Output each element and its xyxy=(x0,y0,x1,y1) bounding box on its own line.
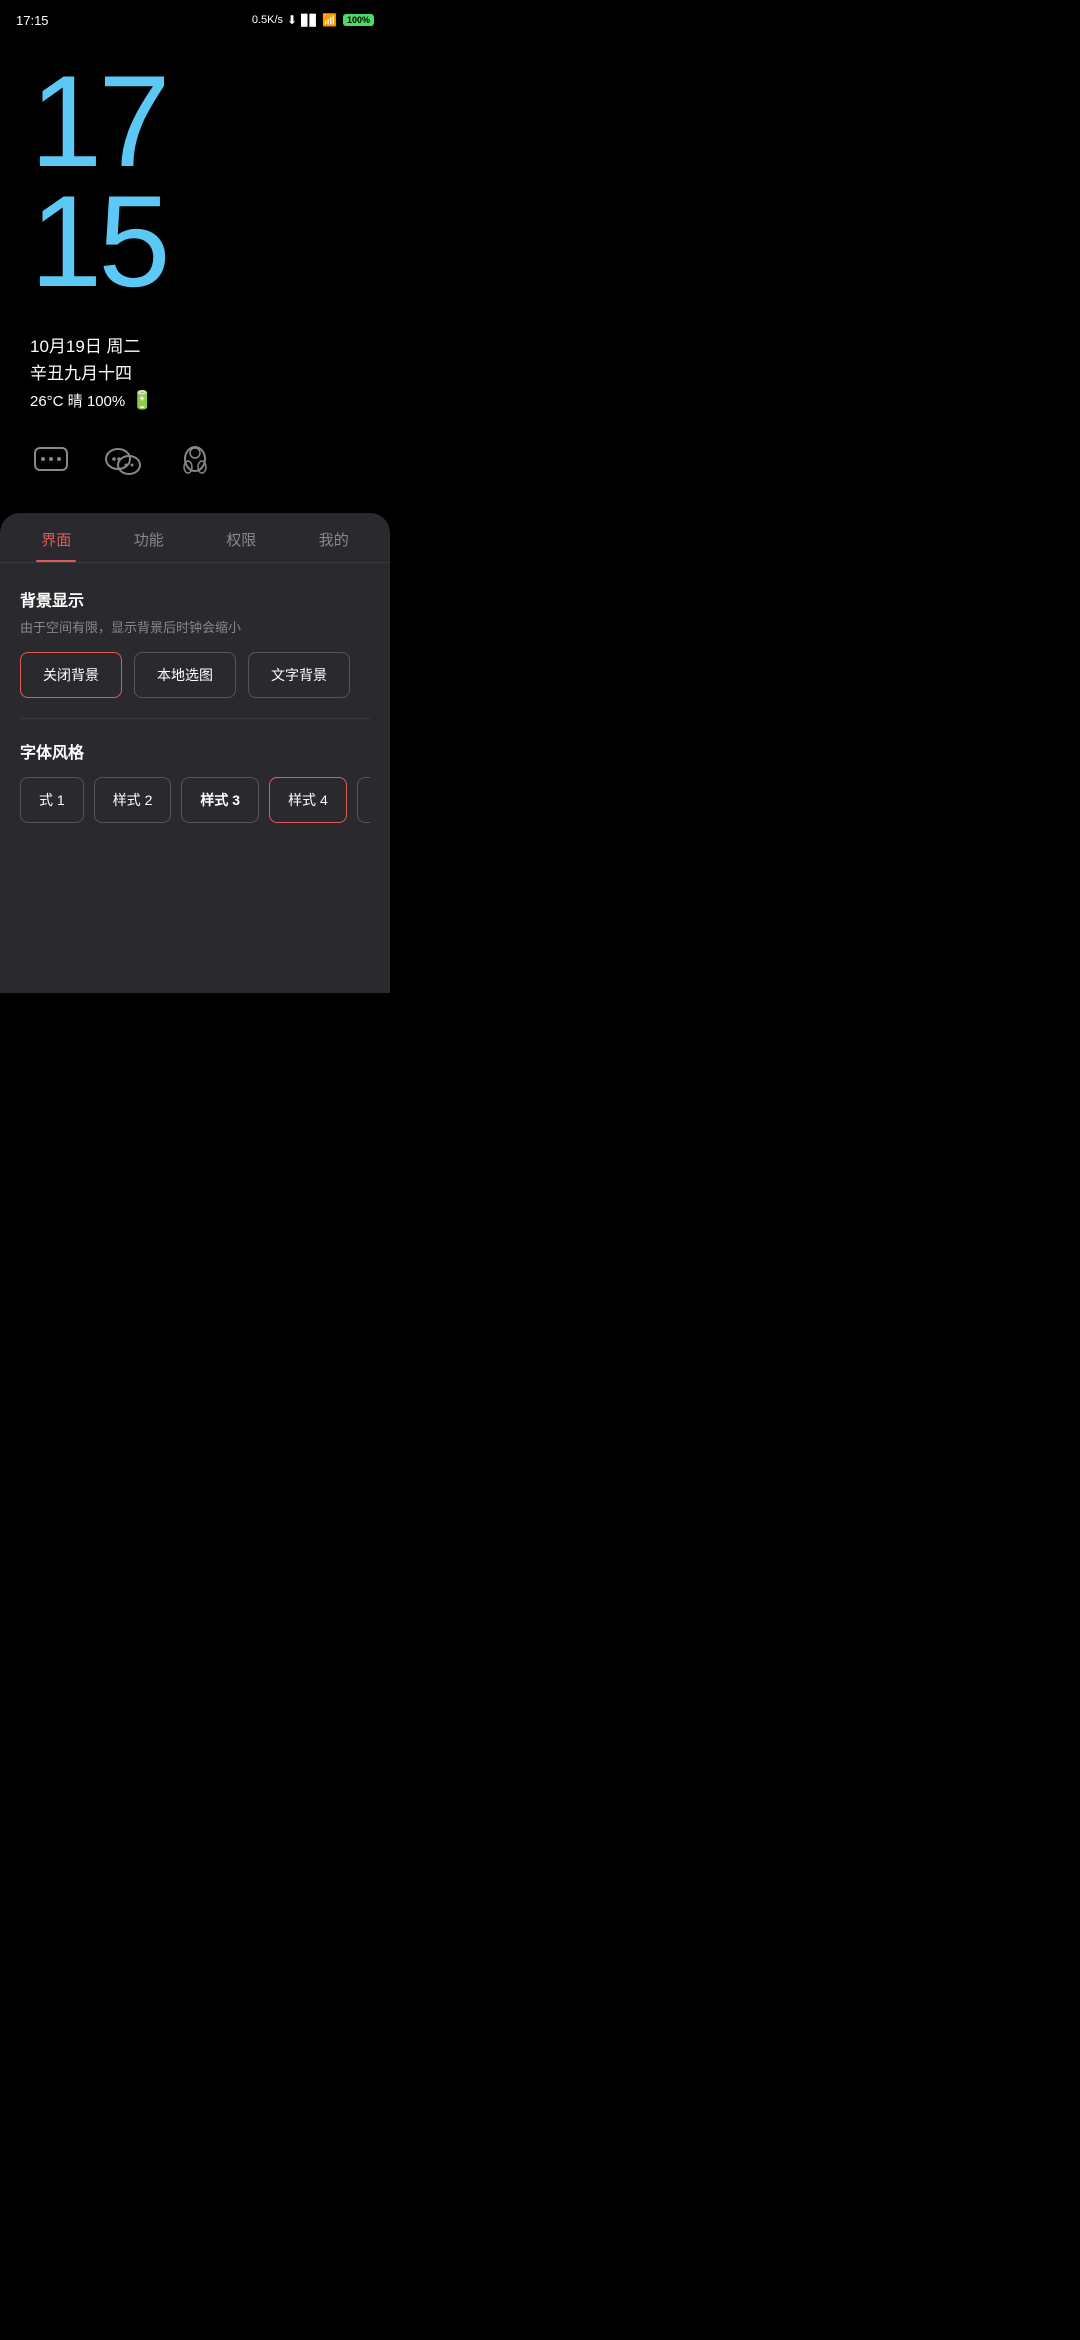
btn-text-bg[interactable]: 文字背景 xyxy=(248,652,350,698)
btn-style5[interactable]: 样式 5 xyxy=(357,777,370,823)
weather-line: 26°C 晴 100% 🔋 xyxy=(30,390,360,411)
wifi-icon: 📶 xyxy=(322,13,337,27)
btn-style1[interactable]: 式 1 xyxy=(20,777,84,823)
tabs: 界面 功能 权限 我的 xyxy=(0,513,390,563)
clock-hour: 17 xyxy=(30,56,360,186)
background-title: 背景显示 xyxy=(20,587,370,611)
btn-style3[interactable]: 样式 3 xyxy=(181,777,259,823)
signal-icon: ▊▊ xyxy=(301,14,318,27)
battery-icon: 100% xyxy=(343,14,374,26)
tab-mine[interactable]: 我的 xyxy=(288,513,381,562)
tab-interface[interactable]: 界面 xyxy=(10,513,103,562)
app-icons-row xyxy=(0,421,390,513)
panel-content: 背景显示 由于空间有限，显示背景后时钟会缩小 关闭背景 本地选图 文字背景 字体… xyxy=(0,563,390,847)
bluetooth-icon: ⬇ xyxy=(287,13,297,27)
btn-style2[interactable]: 样式 2 xyxy=(94,777,172,823)
background-buttons: 关闭背景 本地选图 文字背景 xyxy=(20,652,370,698)
status-icons: 0.5K/s ⬇ ▊▊ 📶 100% xyxy=(252,13,374,27)
btn-close-bg[interactable]: 关闭背景 xyxy=(20,652,122,698)
btn-style4[interactable]: 样式 4 xyxy=(269,777,347,823)
weather-text: 26°C 晴 100% xyxy=(30,390,125,411)
font-title: 字体风格 xyxy=(20,739,370,763)
clock-section: 17 15 xyxy=(0,36,390,316)
status-time: 17:15 xyxy=(16,13,49,28)
app-icon-message[interactable] xyxy=(30,441,72,483)
date-line2: 辛丑九月十四 xyxy=(30,359,360,384)
clock-minute: 15 xyxy=(30,176,360,306)
battery-widget-icon: 🔋 xyxy=(131,390,153,411)
app-icon-qq[interactable] xyxy=(174,441,216,483)
network-speed: 0.5K/s xyxy=(252,14,283,26)
bottom-panel: 界面 功能 权限 我的 背景显示 由于空间有限，显示背景后时钟会缩小 关闭背景 … xyxy=(0,513,390,993)
status-bar: 17:15 0.5K/s ⬇ ▊▊ 📶 100% xyxy=(0,0,390,36)
divider-1 xyxy=(20,718,370,719)
app-icon-wechat[interactable] xyxy=(102,441,144,483)
font-section: 字体风格 式 1 样式 2 样式 3 样式 4 样式 5 xyxy=(20,739,370,827)
font-buttons: 式 1 样式 2 样式 3 样式 4 样式 5 xyxy=(20,777,370,827)
date-line1: 10月19日 周二 xyxy=(30,332,360,357)
tab-permission[interactable]: 权限 xyxy=(195,513,288,562)
background-subtitle: 由于空间有限，显示背景后时钟会缩小 xyxy=(20,617,370,636)
background-section: 背景显示 由于空间有限，显示背景后时钟会缩小 关闭背景 本地选图 文字背景 xyxy=(20,587,370,698)
tab-function[interactable]: 功能 xyxy=(103,513,196,562)
btn-local-img[interactable]: 本地选图 xyxy=(134,652,236,698)
date-section: 10月19日 周二 辛丑九月十四 26°C 晴 100% 🔋 xyxy=(0,316,390,421)
